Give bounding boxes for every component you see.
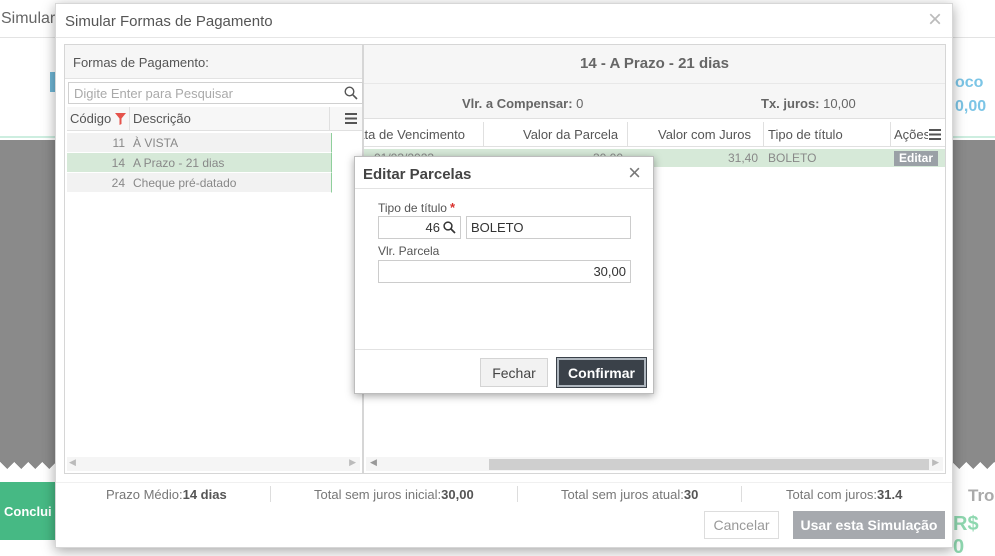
tipo-titulo-code-field[interactable]: 46 [378,216,461,239]
edit-installment-button[interactable]: Editar [894,151,938,166]
column-separator[interactable] [329,107,330,131]
filter-icon[interactable] [115,113,126,125]
payment-grid-header: Código Descrição [67,107,362,131]
required-mark: * [449,200,455,215]
payment-methods-list: 11 À VISTA 14 A Prazo - 21 dias 24 Chequ… [67,133,332,193]
payment-row[interactable]: 11 À VISTA [67,133,332,153]
payment-code: 11 [112,136,125,150]
summary-total-juros-label: Total com juros: [786,487,878,502]
dialog-divider [355,188,653,189]
installments-grid-header: Data de Vencimento Valor da Parcela Valo… [364,122,945,147]
payment-description: A Prazo - 21 dias [133,156,225,170]
background-title: Simular [1,10,56,27]
column-menu-icon[interactable] [929,129,941,140]
scroll-left-icon[interactable]: ◀ [69,457,76,468]
tipo-titulo-label-text: Tipo de título [378,201,447,215]
modal-header: Simular Formas de Pagamento × [56,4,952,38]
summary-prazo: Prazo Médio:14 dias [106,487,227,502]
installments-title: 14 - A Prazo - 21 dias [364,45,945,83]
compensar-info: Vlr. a Compensar: 0 [462,96,583,111]
search-input[interactable] [69,83,329,103]
confirm-button[interactable]: Confirmar [556,357,647,388]
scrollbar-thumb[interactable] [489,459,929,470]
column-header-description[interactable]: Descrição [133,111,191,126]
juros-value: 10,00 [823,96,856,111]
close-button[interactable]: Fechar [480,358,548,387]
column-separator[interactable] [129,107,130,131]
summary-total-juros: Total com juros:31.4 [786,487,902,502]
column-header-code[interactable]: Código [70,111,112,126]
column-menu-icon[interactable] [345,113,357,124]
summary-total-inicial-value: 30,00 [441,487,474,502]
search-icon[interactable] [443,221,456,234]
summary-total-inicial: Total sem juros inicial:30,00 [314,487,474,502]
summary-prazo-value: 14 dias [182,487,227,502]
tipo-titulo-description-field[interactable]: BOLETO [466,216,631,239]
payment-description: Cheque pré-datado [133,176,237,190]
use-simulation-button[interactable]: Usar esta Simulação [793,511,945,539]
installment-valor-juros: 31,40 [728,151,759,165]
column-acoes-wrap: Ações [894,122,928,147]
column-header-tipo-titulo[interactable]: Tipo de título [768,127,843,142]
column-header-valor-juros[interactable]: Valor com Juros [658,127,751,142]
juros-info: Tx. juros: 10,00 [761,96,856,111]
payment-methods-title: Formas de Pagamento: [65,45,362,79]
background-troco-value: R$ 0 [953,513,979,556]
simulation-summary: Prazo Médio:14 dias Total sem juros inic… [56,482,952,504]
conclude-button[interactable]: Conclui [0,482,56,540]
juros-label: Tx. juros: [761,96,820,111]
dialog-title: Editar Parcelas [363,166,472,183]
column-vencimento-wrap: Data de Vencimento [364,122,483,147]
close-icon[interactable]: × [928,8,942,32]
dialog-divider [355,349,653,350]
column-separator[interactable] [627,122,628,147]
cancel-button[interactable]: Cancelar [704,511,779,539]
summary-prazo-label: Prazo Médio: [106,487,183,502]
compensar-label: Vlr. a Compensar: [462,96,573,111]
right-horizontal-scrollbar[interactable]: ◀ ▶ [366,457,943,471]
background-right-text-1: oco [955,74,984,91]
column-separator[interactable] [483,122,484,147]
search-icon[interactable] [344,86,358,100]
parcela-value-field[interactable]: 30,00 [378,260,631,283]
column-separator[interactable] [763,122,764,147]
summary-separator [270,486,271,502]
parcela-label: Vlr. Parcela [378,244,440,258]
summary-total-atual-label: Total sem juros atual: [561,487,684,502]
payment-description: À VISTA [133,136,179,150]
compensar-value: 0 [576,96,584,111]
background-right-text-2: 0,00 [955,98,987,115]
column-header-vencimento[interactable]: Data de Vencimento [364,127,465,142]
installment-tipo-titulo: BOLETO [768,151,817,165]
summary-total-atual: Total sem juros atual:30 [561,487,698,502]
summary-total-atual-value: 30 [683,487,699,502]
payment-row-selected[interactable]: 14 A Prazo - 21 dias [67,153,332,173]
column-header-acoes[interactable]: Ações [894,127,928,142]
column-header-valor-parcela[interactable]: Valor da Parcela [523,127,618,142]
payment-row[interactable]: 24 Cheque pré-datado [67,173,332,193]
column-separator[interactable] [890,122,891,147]
installments-info-bar: Vlr. a Compensar: 0 Tx. juros: 10,00 [364,83,945,119]
summary-separator [741,486,742,502]
edit-installments-dialog: Editar Parcelas × Tipo de título * 46 BOL… [354,156,654,394]
search-box [68,82,363,104]
modal-footer: Cancelar Usar esta Simulação [56,509,952,545]
scroll-right-icon[interactable]: ▶ [932,457,939,468]
payment-methods-panel: Formas de Pagamento: Código Descrição [64,44,363,474]
summary-total-juros-value: 31.4 [877,487,903,502]
scroll-left-icon[interactable]: ◀ [370,457,377,468]
scroll-right-icon[interactable]: ▶ [349,457,356,468]
tipo-titulo-code-value: 46 [425,220,440,235]
modal-title: Simular Formas de Pagamento [65,13,273,30]
close-icon[interactable]: × [628,161,641,185]
left-horizontal-scrollbar[interactable]: ◀ ▶ [67,457,360,471]
payment-code: 14 [111,156,125,170]
tipo-titulo-label: Tipo de título * [378,200,455,215]
summary-total-inicial-label: Total sem juros inicial: [314,487,442,502]
background-troco-label: Tro [968,486,995,505]
payment-code: 24 [111,176,125,190]
summary-separator [517,486,518,502]
